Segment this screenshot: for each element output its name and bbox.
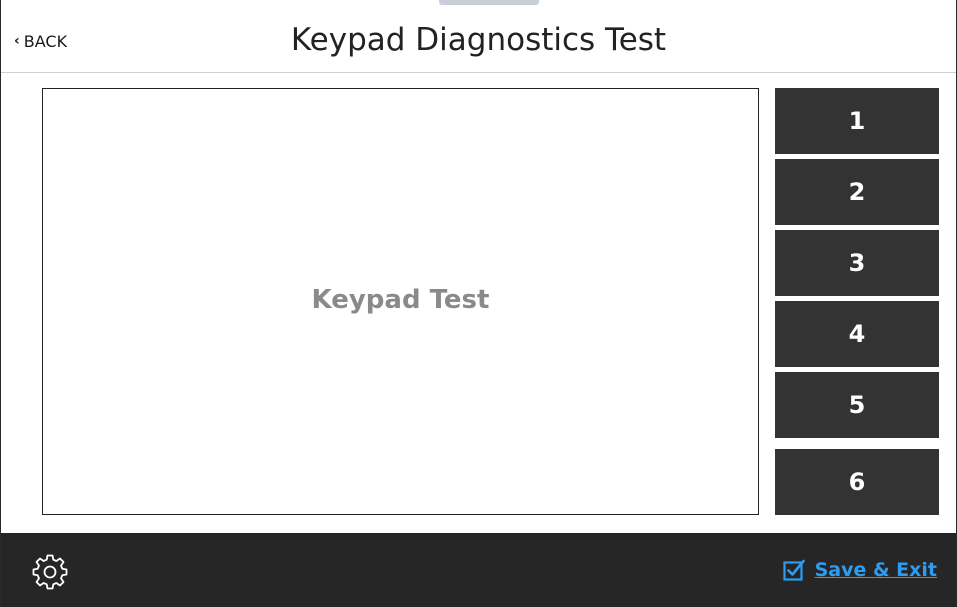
header-bar: ‹ BACK Keypad Diagnostics Test bbox=[1, 0, 956, 73]
gear-icon[interactable] bbox=[31, 553, 69, 591]
key-6-button[interactable]: 6 bbox=[775, 449, 939, 515]
key-4-button[interactable]: 4 bbox=[775, 301, 939, 367]
page-title: Keypad Diagnostics Test bbox=[290, 22, 667, 58]
key-1-button[interactable]: 1 bbox=[775, 88, 939, 154]
keypad-test-area: Keypad Test bbox=[42, 88, 759, 515]
key-2-button[interactable]: 2 bbox=[775, 159, 939, 225]
footer-bar: Save & Exit bbox=[1, 533, 956, 607]
checkbox-checked-icon bbox=[782, 559, 805, 581]
save-exit-label: Save & Exit bbox=[814, 559, 937, 581]
keypad-test-label: Keypad Test bbox=[311, 284, 490, 315]
save-exit-button[interactable]: Save & Exit bbox=[782, 559, 937, 581]
app-window: ‹ BACK Keypad Diagnostics Test Keypad Te… bbox=[0, 0, 957, 607]
key-5-button[interactable]: 5 bbox=[775, 372, 939, 438]
key-3-button[interactable]: 3 bbox=[775, 230, 939, 296]
